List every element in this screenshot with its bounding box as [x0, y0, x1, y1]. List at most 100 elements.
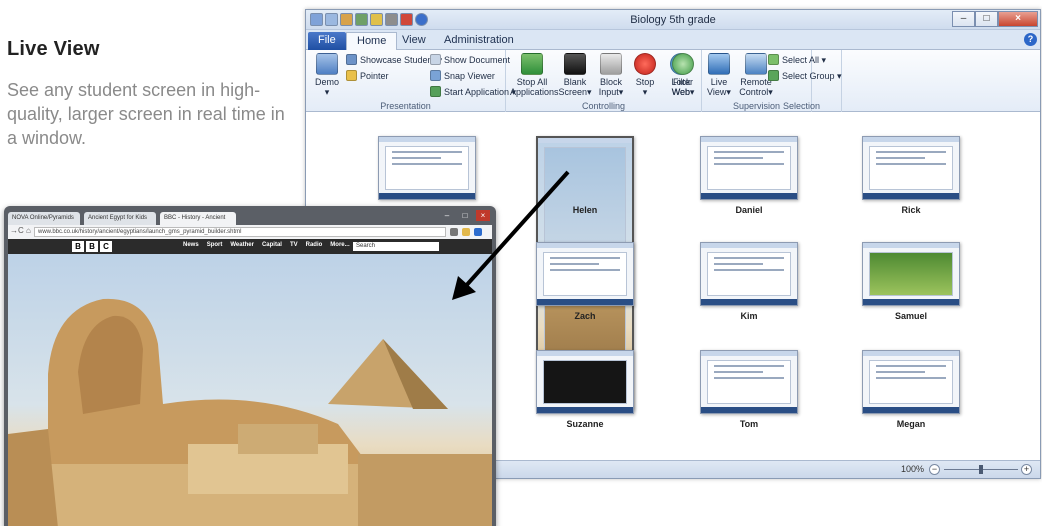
screenshot-stage: Live View See any student screen in high…	[0, 0, 1042, 526]
bbc-nav-link[interactable]: More...	[330, 242, 349, 248]
promo-description: See any student screen in high-quality, …	[7, 80, 285, 148]
blank-screen-button[interactable]: Blank Screen▾	[558, 53, 592, 97]
student-screen-thumbnail[interactable]	[862, 350, 960, 414]
promo-title: Live View	[7, 38, 100, 60]
bbc-nav-link[interactable]: Capital	[262, 242, 282, 248]
thumbnail-taskbar	[701, 299, 797, 305]
maximize-button[interactable]: □	[975, 11, 998, 27]
student-screen-thumbnail[interactable]	[862, 242, 960, 306]
stop-button[interactable]: Stop ▾	[628, 53, 662, 97]
thumbnail-screen	[543, 252, 627, 296]
thumbnail-screen	[707, 146, 791, 190]
thumbnail-taskbar	[701, 407, 797, 413]
student-screen-thumbnail[interactable]	[700, 242, 798, 306]
student-screen-thumbnail[interactable]	[378, 136, 476, 200]
group-presentation: Demo▾ Showcase Student ▾ Pointer Show Do…	[306, 50, 516, 112]
thumbnail-titlebar	[701, 351, 797, 356]
help-icon[interactable]: ?	[1024, 33, 1037, 46]
extension-icon[interactable]	[450, 228, 458, 236]
ribbon: Demo▾ Showcase Student ▾ Pointer Show Do…	[306, 50, 1040, 112]
star-icon[interactable]	[462, 228, 470, 236]
student-screen-thumbnail[interactable]	[536, 350, 634, 414]
zoom-out-button[interactable]: −	[929, 464, 940, 475]
browser-maximize-button[interactable]: □	[458, 210, 472, 221]
address-bar[interactable]: www.bbc.co.uk/history/ancient/egyptians/…	[34, 227, 446, 237]
thumbnail-taskbar	[379, 193, 475, 199]
select-all-button[interactable]: Select All ▾	[768, 53, 826, 67]
thumbnail-titlebar	[537, 243, 633, 248]
live-view-button[interactable]: Live View▾	[702, 53, 736, 97]
thumbnail-titlebar	[379, 137, 475, 142]
reload-icon[interactable]: C	[18, 226, 24, 235]
close-button[interactable]: ×	[998, 11, 1038, 27]
student-screen-thumbnail[interactable]	[536, 242, 634, 306]
stop-apps-icon	[521, 53, 543, 75]
sphinx-illustration	[8, 298, 492, 526]
group-label-presentation: Presentation	[380, 101, 431, 111]
browser-tab[interactable]: NOVA Online/Pyramids	[8, 212, 80, 225]
zoom-slider-thumb[interactable]	[979, 465, 983, 474]
browser-close-button[interactable]: ×	[476, 210, 490, 221]
browser-tab-strip: NOVA Online/Pyramids Ancient Egypt for K…	[8, 210, 492, 225]
student-name-label: Megan	[896, 419, 926, 429]
extension-icon[interactable]	[474, 228, 482, 236]
zoom-slider[interactable]	[944, 465, 1018, 474]
thumbnail-screen	[869, 146, 953, 190]
select-group-icon	[768, 70, 779, 81]
show-document-button[interactable]: Show Document	[430, 53, 510, 67]
live-view-icon	[708, 53, 730, 75]
showcase-student-button[interactable]: Showcase Student ▾	[346, 53, 442, 67]
student-name-label: Samuel	[894, 311, 927, 321]
thumbnail-screen	[869, 252, 953, 296]
select-group-button[interactable]: Select Group ▾	[768, 69, 842, 83]
browser-tab-active[interactable]: BBC - History - Ancient	[160, 212, 236, 225]
snap-viewer-button[interactable]: Snap Viewer	[430, 69, 495, 83]
demo-button[interactable]: Demo ▾	[310, 53, 344, 97]
bbc-nav-link[interactable]: Radio	[306, 242, 323, 248]
student-screen-thumbnail[interactable]	[700, 350, 798, 414]
back-icon[interactable]: →	[10, 226, 18, 235]
student-name-label: Helen	[572, 205, 598, 215]
bbc-nav-link[interactable]: TV	[290, 242, 298, 248]
student-screen-thumbnail[interactable]	[862, 136, 960, 200]
start-application-button[interactable]: Start Application ▾	[430, 85, 516, 99]
thumbnail-titlebar	[863, 243, 959, 248]
live-view-window[interactable]: NOVA Online/Pyramids Ancient Egypt for K…	[4, 206, 496, 526]
home-icon[interactable]: ⌂	[26, 226, 31, 235]
minimize-button[interactable]: –	[952, 11, 975, 27]
tab-file[interactable]: File	[308, 32, 346, 50]
sphinx-photo	[8, 254, 492, 526]
tab-view[interactable]: View	[392, 32, 436, 50]
thumbnail-screen	[869, 360, 953, 404]
bbc-search-input[interactable]: Search	[353, 242, 439, 251]
stop-all-applications-button[interactable]: Stop All Applications	[510, 53, 559, 97]
tab-administration[interactable]: Administration	[434, 32, 524, 50]
bbc-nav-link[interactable]: Weather	[230, 242, 254, 248]
browser-tab[interactable]: Ancient Egypt for Kids	[84, 212, 156, 225]
student-name-label: Daniel	[735, 205, 763, 215]
group-label-controlling: Controlling	[581, 101, 626, 111]
browser-address-row: → C ⌂ www.bbc.co.uk/history/ancient/egyp…	[8, 225, 492, 239]
snap-icon	[430, 70, 441, 81]
stop-icon	[634, 53, 656, 75]
thumbnail-titlebar	[701, 137, 797, 142]
student-name-label: Tom	[739, 419, 759, 429]
group-label-selection: Selection	[782, 101, 821, 111]
thumbnail-screen	[385, 146, 469, 190]
pointer-button[interactable]: Pointer	[346, 69, 389, 83]
thumbnail-titlebar	[701, 243, 797, 248]
thumbnail-taskbar	[863, 193, 959, 199]
bbc-nav-link[interactable]: News	[183, 242, 199, 248]
student-screen-thumbnail[interactable]	[700, 136, 798, 200]
bbc-logo[interactable]: B B C	[72, 241, 112, 252]
block-input-button[interactable]: Block Input▾	[594, 53, 628, 97]
browser-minimize-button[interactable]: –	[440, 210, 454, 221]
window-controls: – □ ×	[952, 11, 1038, 27]
bbc-nav-link[interactable]: Sport	[207, 242, 223, 248]
zoom-in-button[interactable]: +	[1021, 464, 1032, 475]
filter-web-button[interactable]: Filter Web▾	[666, 53, 700, 97]
tab-home[interactable]: Home	[346, 32, 398, 50]
student-name-label: Kim	[740, 311, 758, 321]
thumbnail-taskbar	[863, 299, 959, 305]
thumbnail-screen	[543, 360, 627, 404]
